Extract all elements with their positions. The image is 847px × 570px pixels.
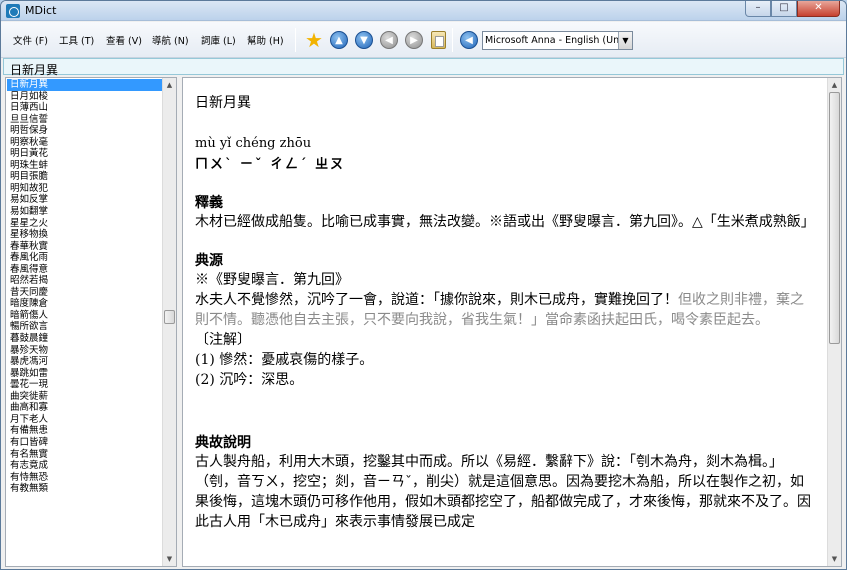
menu-navigate[interactable]: 導航 (N)	[152, 33, 189, 47]
section-title: 典故說明	[195, 435, 251, 451]
title-bar[interactable]: MDict – □ ✕	[1, 1, 846, 21]
voice-select-value: Microsoft Anna - English (Unit	[485, 35, 626, 46]
list-item[interactable]: 曇花一現	[7, 379, 165, 391]
definition-scrollbar[interactable]: ▲ ▼	[827, 78, 841, 566]
menu-view[interactable]: 查看 (V)	[106, 33, 142, 47]
section-paragraph: (1) 慘然：憂戚哀傷的樣子。	[195, 350, 815, 370]
section-paragraph: ※《野叟曝言．第九回》	[195, 270, 815, 290]
scroll-thumb[interactable]	[829, 92, 840, 344]
section-paragraph: (2) 沉吟：深思。	[195, 370, 815, 390]
section-title: 釋義	[195, 195, 223, 211]
list-item[interactable]: 月下老人	[7, 414, 165, 426]
section-paragraph: 古人製舟船，利用大木頭，挖鑿其中而成。所以《易經．繫辭下》說：「刳木為舟，剡木為…	[195, 452, 815, 532]
paragraph-text: 木材已經做成船隻。比喻已成事實，無法改變。※語或出《野叟曝言．第九回》。△「生米…	[195, 214, 815, 230]
window-controls: – □ ✕	[745, 1, 840, 19]
list-item[interactable]: 明目張膽	[7, 171, 165, 183]
list-item[interactable]: 暴殄天物	[7, 345, 165, 357]
paragraph-text: 水夫人不覺慘然，沉吟了一會，說道：「據你說來，則木已成舟，實難挽回了！	[195, 292, 678, 308]
list-item[interactable]: 日月如梭	[7, 91, 165, 103]
scroll-up-icon[interactable]: ▲	[828, 78, 841, 92]
menu-file[interactable]: 文件 (F)	[13, 33, 48, 47]
list-item[interactable]: 暴跳如雷	[7, 368, 165, 380]
maximize-button[interactable]: □	[771, 1, 797, 17]
list-item[interactable]: 有恃無恐	[7, 472, 165, 484]
toolbar-separator	[295, 28, 296, 52]
headword: 日新月異	[195, 95, 251, 111]
list-item[interactable]: 曲突徙薪	[7, 391, 165, 403]
list-item[interactable]: 春風得意	[7, 264, 165, 276]
section-title: 典源	[195, 253, 223, 269]
list-item[interactable]: 易如反掌	[7, 194, 165, 206]
search-input[interactable]	[4, 62, 843, 77]
list-item[interactable]: 昭然若揭	[7, 275, 165, 287]
close-button[interactable]: ✕	[797, 1, 840, 17]
menu-library[interactable]: 詞庫 (L)	[201, 33, 236, 47]
list-item[interactable]: 日薄西山	[7, 102, 165, 114]
scroll-down-icon[interactable]: ▼	[828, 552, 841, 566]
list-item[interactable]: 日新月異	[7, 79, 165, 91]
list-item[interactable]: 星移物換	[7, 229, 165, 241]
list-item[interactable]: 有備無患	[7, 425, 165, 437]
list-item[interactable]: 有名無實	[7, 449, 165, 461]
app-icon	[6, 4, 20, 18]
scroll-up-icon[interactable]: ▲	[163, 78, 176, 92]
list-item[interactable]: 有口皆碑	[7, 437, 165, 449]
list-item[interactable]: 暴虎馮河	[7, 356, 165, 368]
pinyin: mù yǐ chéng zhōu	[195, 136, 312, 151]
list-item[interactable]: 易如翻掌	[7, 206, 165, 218]
list-item[interactable]: 有教無類	[7, 483, 165, 495]
arrow-down-icon[interactable]: ▼	[355, 31, 373, 49]
arrow-up-icon[interactable]: ▲	[330, 31, 348, 49]
list-item[interactable]: 旦旦信誓	[7, 114, 165, 126]
list-item[interactable]: 春風化雨	[7, 252, 165, 264]
menu-help[interactable]: 幫助 (H)	[247, 33, 284, 47]
list-item[interactable]: 有志竟成	[7, 460, 165, 472]
scroll-down-icon[interactable]: ▼	[163, 552, 176, 566]
arrow-right-icon[interactable]: ▶	[405, 31, 423, 49]
word-list[interactable]: 日新月異 日月如梭 日薄西山 旦旦信誓 明哲保身 明察秋毫 明日黃花 明珠生蚌 明目張膽 明知故犯…	[7, 79, 165, 565]
speak-icon[interactable]: ◀	[460, 31, 478, 49]
menu-tools[interactable]: 工具 (T)	[59, 33, 94, 47]
list-item[interactable]: 明知故犯	[7, 183, 165, 195]
paragraph-text: 古人製舟船，利用大木頭，挖鑿其中而成。所以《易經．繫辭下》說：「刳木為舟，剡木為…	[195, 454, 811, 530]
clipboard-icon[interactable]	[431, 31, 446, 49]
paragraph-text: (1) 慘然：憂戚哀傷的樣子。	[195, 352, 374, 368]
paragraph-text: 〔注解〕	[195, 332, 251, 348]
list-item[interactable]: 曲高和寡	[7, 402, 165, 414]
definition-panel: 日新月異 mù yǐ chéng zhōu ㄇㄨˋ ㄧˇ ㄔㄥˊ ㄓㄡ 釋義木材…	[182, 77, 842, 567]
list-item[interactable]: 暮鼓晨鐘	[7, 333, 165, 345]
chevron-down-icon[interactable]: ▼	[618, 32, 632, 49]
list-item[interactable]: 明珠生蚌	[7, 160, 165, 172]
list-item[interactable]: 暢所欲言	[7, 321, 165, 333]
voice-select[interactable]: Microsoft Anna - English (Unit ▼	[482, 31, 633, 50]
arrow-left-icon[interactable]: ◀	[380, 31, 398, 49]
list-item[interactable]: 明察秋毫	[7, 137, 165, 149]
scroll-thumb[interactable]	[164, 310, 175, 324]
section-paragraph: 水夫人不覺慘然，沉吟了一會，說道：「據你說來，則木已成舟，實難挽回了！但收之則非…	[195, 290, 815, 330]
paragraph-text: (2) 沉吟：深思。	[195, 372, 304, 388]
minimize-button[interactable]: –	[745, 1, 771, 17]
section-paragraph: 〔注解〕	[195, 330, 815, 350]
window-title: MDict	[25, 4, 57, 17]
article-sections: 釋義木材已經做成船隻。比喻已成事實，無法改變。※語或出《野叟曝言．第九回》。△「…	[195, 192, 815, 532]
list-item[interactable]: 明哲保身	[7, 125, 165, 137]
app-window: MDict – □ ✕ 文件 (F) 工具 (T) 查看 (V) 導航 (N) …	[0, 0, 847, 570]
article: 日新月異 mù yǐ chéng zhōu ㄇㄨˋ ㄧˇ ㄔㄥˊ ㄓㄡ 釋義木材…	[195, 92, 815, 532]
list-item[interactable]: 春華秋實	[7, 241, 165, 253]
list-item[interactable]: 明日黃花	[7, 148, 165, 160]
menu-toolbar: 文件 (F) 工具 (T) 查看 (V) 導航 (N) 詞庫 (L) 幫助 (H…	[1, 22, 846, 58]
word-list-panel: 日新月異 日月如梭 日薄西山 旦旦信誓 明哲保身 明察秋毫 明日黃花 明珠生蚌 明目張膽 明知故犯…	[5, 77, 177, 567]
list-item[interactable]: 暗度陳倉	[7, 298, 165, 310]
section-paragraph: 木材已經做成船隻。比喻已成事實，無法改變。※語或出《野叟曝言．第九回》。△「生米…	[195, 212, 815, 232]
star-icon[interactable]: ★	[305, 30, 323, 50]
search-bar	[3, 58, 844, 77]
toolbar-separator	[452, 28, 453, 52]
list-item[interactable]: 暗箭傷人	[7, 310, 165, 322]
list-item[interactable]: 星星之火	[7, 218, 165, 230]
list-item[interactable]: 昔天同慶	[7, 287, 165, 299]
zhuyin: ㄇㄨˋ ㄧˇ ㄔㄥˊ ㄓㄡ	[195, 157, 346, 172]
word-list-scrollbar[interactable]: ▲ ▼	[162, 78, 176, 566]
paragraph-text: ※《野叟曝言．第九回》	[195, 272, 349, 288]
